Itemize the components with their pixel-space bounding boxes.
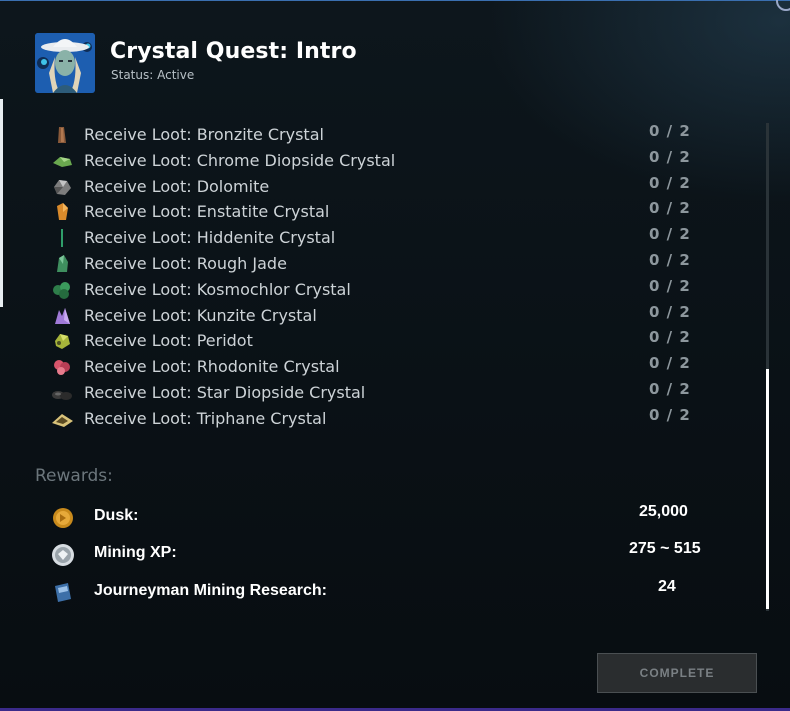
rough-jade-icon bbox=[57, 254, 68, 272]
objective-count: 0 / 2 bbox=[649, 225, 691, 244]
objective-row: Receive Loot: Kosmochlor Crystal 0 / 2 bbox=[50, 277, 710, 303]
mining-xp-icon bbox=[52, 544, 74, 566]
close-icon[interactable] bbox=[776, 0, 790, 11]
chrome-diopside-crystal-icon bbox=[53, 156, 72, 167]
objective-count: 0 / 2 bbox=[649, 302, 691, 321]
objective-list: Receive Loot: Bronzite Crystal 0 / 2 Rec… bbox=[50, 122, 710, 432]
triphane-crystal-icon bbox=[52, 413, 73, 427]
reward-label: Mining XP: bbox=[94, 544, 177, 561]
objective-count: 0 / 2 bbox=[649, 199, 691, 218]
objective-row: Receive Loot: Star Diopside Crystal 0 / … bbox=[50, 380, 710, 406]
quest-title: Crystal Quest: Intro bbox=[110, 39, 357, 64]
objective-label: Receive Loot: Hiddenite Crystal bbox=[84, 228, 336, 248]
reward-value: 275 ~ 515 bbox=[629, 540, 701, 557]
objective-label: Receive Loot: Bronzite Crystal bbox=[84, 125, 324, 144]
objective-row: Receive Loot: Rhodonite Crystal 0 / 2 bbox=[50, 354, 710, 380]
objective-label: Receive Loot: Kosmochlor Crystal bbox=[84, 279, 351, 299]
objective-count: 0 / 2 bbox=[649, 276, 691, 295]
quest-panel: Crystal Quest: Intro Status: Active Rece… bbox=[0, 0, 790, 711]
rhodonite-crystal-icon bbox=[54, 360, 70, 376]
objective-count: 0 / 2 bbox=[649, 122, 691, 140]
objective-count: 0 / 2 bbox=[649, 354, 691, 373]
objective-label: Receive Loot: Peridot bbox=[84, 331, 253, 351]
objective-label: Receive Loot: Chrome Diopside Crystal bbox=[84, 150, 396, 170]
objective-count: 0 / 2 bbox=[649, 173, 691, 192]
quest-header: Crystal Quest: Intro Status: Active bbox=[35, 33, 735, 95]
objective-label: Receive Loot: Rough Jade bbox=[84, 253, 287, 273]
left-scroll-indicator bbox=[0, 99, 3, 307]
objective-row: Receive Loot: Kunzite Crystal 0 / 2 bbox=[50, 303, 710, 329]
peridot-icon bbox=[55, 334, 70, 350]
scrollbar-thumb[interactable] bbox=[766, 369, 769, 609]
reward-row-mining-xp: Mining XP: 275 ~ 515 bbox=[50, 540, 730, 570]
objective-row: Receive Loot: Peridot 0 / 2 bbox=[50, 328, 710, 354]
reward-value: 24 bbox=[658, 578, 676, 595]
objective-label: Receive Loot: Dolomite bbox=[84, 176, 270, 196]
objective-label: Receive Loot: Rhodonite Crystal bbox=[84, 357, 340, 377]
reward-value: 25,000 bbox=[639, 503, 688, 520]
research-scroll-icon bbox=[55, 583, 71, 602]
enstatite-crystal-icon bbox=[57, 203, 68, 221]
complete-button[interactable]: COMPLETE bbox=[597, 653, 757, 693]
objective-count: 0 / 2 bbox=[649, 405, 691, 424]
objective-row: Receive Loot: Hiddenite Crystal 0 / 2 bbox=[50, 225, 710, 251]
reward-label: Journeyman Mining Research: bbox=[94, 582, 327, 599]
objective-count: 0 / 2 bbox=[649, 250, 691, 269]
objective-row: Receive Loot: Rough Jade 0 / 2 bbox=[50, 251, 710, 277]
objective-row: Receive Loot: Triphane Crystal 0 / 2 bbox=[50, 406, 710, 432]
objective-row: Receive Loot: Bronzite Crystal 0 / 2 bbox=[50, 122, 710, 148]
kosmochlor-crystal-icon bbox=[53, 281, 70, 299]
bronzite-crystal-icon bbox=[58, 127, 66, 143]
reward-row-research: Journeyman Mining Research: 24 bbox=[50, 578, 730, 608]
kunzite-crystal-icon bbox=[55, 307, 70, 324]
quest-giver-avatar bbox=[35, 33, 95, 93]
objective-count: 0 / 2 bbox=[649, 147, 691, 166]
objective-label: Receive Loot: Star Diopside Crystal bbox=[84, 382, 366, 402]
dolomite-icon bbox=[54, 179, 71, 195]
objective-label: Receive Loot: Enstatite Crystal bbox=[84, 202, 330, 222]
objective-label: Receive Loot: Kunzite Crystal bbox=[84, 305, 317, 325]
dusk-coin-icon bbox=[53, 508, 73, 528]
hiddenite-crystal-icon bbox=[61, 229, 63, 248]
objective-row: Receive Loot: Chrome Diopside Crystal 0 … bbox=[50, 148, 710, 174]
rewards-heading: Rewards: bbox=[35, 466, 113, 486]
objective-row: Receive Loot: Enstatite Crystal 0 / 2 bbox=[50, 199, 710, 225]
objective-row: Receive Loot: Dolomite 0 / 2 bbox=[50, 174, 710, 200]
objective-count: 0 / 2 bbox=[649, 328, 691, 347]
objective-count: 0 / 2 bbox=[649, 379, 691, 398]
reward-row-dusk: Dusk: 25,000 bbox=[50, 503, 730, 533]
quest-status: Status: Active bbox=[111, 68, 195, 82]
objective-label: Receive Loot: Triphane Crystal bbox=[84, 408, 327, 428]
star-diopside-crystal-icon bbox=[52, 390, 72, 400]
reward-label: Dusk: bbox=[94, 507, 139, 524]
